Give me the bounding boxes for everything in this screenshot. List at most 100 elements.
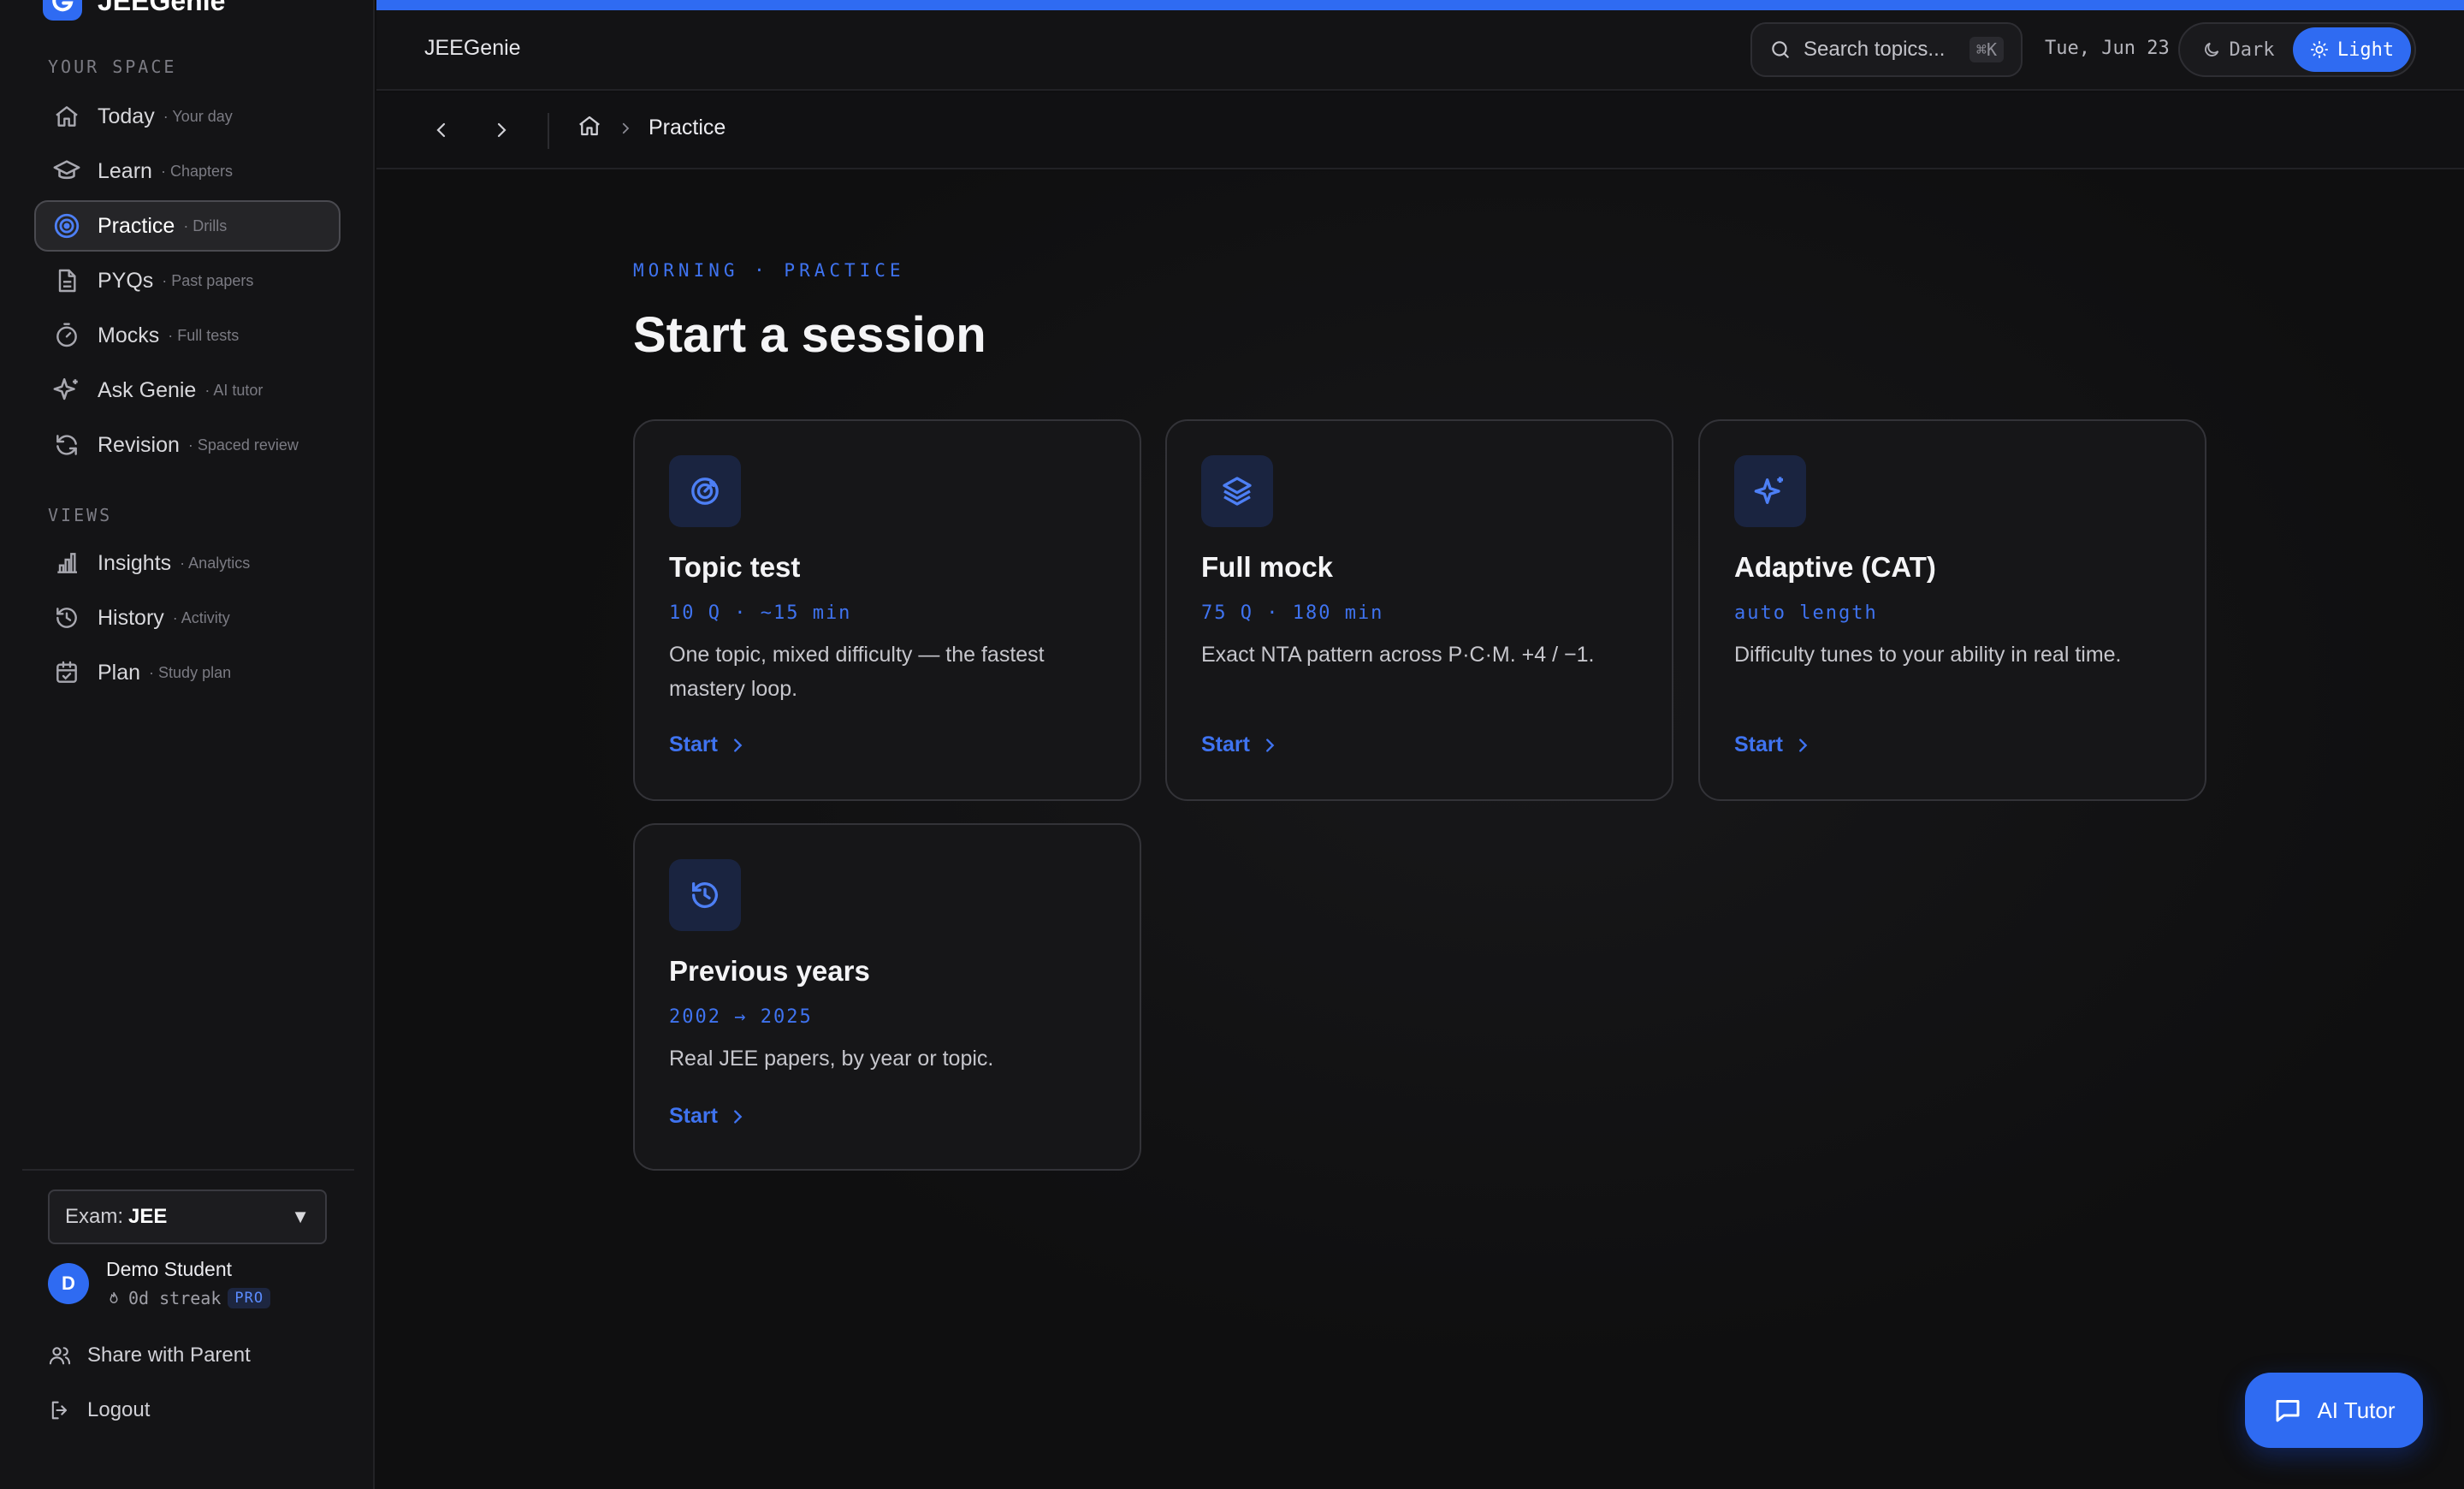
flame-icon xyxy=(110,1292,118,1303)
brand-name: JEEGenie xyxy=(98,0,226,16)
sidebar-item-sub: · Study plan xyxy=(149,663,232,681)
top-accent-bar xyxy=(376,0,2464,10)
theme-toggle[interactable]: Dark Light xyxy=(2178,22,2416,77)
status-badge: PRO xyxy=(228,1288,271,1308)
page-title: Start a session xyxy=(633,307,986,363)
sparkle-icon xyxy=(50,373,84,407)
avatar: D xyxy=(48,1262,89,1304)
sidebar-item-label: Mocks xyxy=(98,323,160,347)
sidebar-item-sub: · Activity xyxy=(172,608,230,626)
theme-light-button[interactable]: Light xyxy=(2293,27,2411,72)
exam-select[interactable]: Exam: JEE ▼ xyxy=(48,1189,327,1244)
back-button[interactable] xyxy=(424,113,459,147)
refresh-icon xyxy=(50,428,84,462)
search-input[interactable]: Search topics... ⌘K xyxy=(1750,22,2023,77)
breadcrumb: Practice xyxy=(376,92,2464,169)
sidebar-item-sub: · Chapters xyxy=(160,162,233,180)
sidebar-item-history[interactable]: History · Activity xyxy=(34,592,341,644)
chevron-right-icon xyxy=(734,1109,743,1124)
target-icon xyxy=(50,209,84,243)
sidebar-item-ask-genie[interactable]: Ask Genie · AI tutor xyxy=(34,365,341,416)
app-title: JEEGenie xyxy=(424,36,521,60)
user-profile[interactable]: D Demo Student 0d streak PRO xyxy=(48,1258,271,1308)
sidebar-item-mocks[interactable]: Mocks · Full tests xyxy=(34,310,341,361)
search-icon xyxy=(1772,41,1789,58)
theme-dark-label: Dark xyxy=(2229,39,2275,61)
sidebar: JEEGenie YOUR SPACE Today · Your day Lea… xyxy=(0,0,375,1489)
card-description: One topic, mixed difficulty — the fastes… xyxy=(669,643,1045,701)
sidebar-item-insights[interactable]: Insights · Analytics xyxy=(34,537,341,589)
sidebar-item-revision[interactable]: Revision · Spaced review xyxy=(34,419,341,471)
breadcrumb-current: Practice xyxy=(649,116,726,139)
chat-bubble-icon xyxy=(2276,1400,2300,1422)
card-description: Real JEE papers, by year or topic. xyxy=(669,1047,994,1071)
theme-light-label: Light xyxy=(2337,39,2395,61)
start-label: Start xyxy=(669,733,718,756)
sidebar-item-sub: · Drills xyxy=(183,217,228,234)
card-meta: 75 Q · 180 min xyxy=(1201,602,1384,624)
chevron-right-icon xyxy=(1266,738,1275,752)
logout-label: Logout xyxy=(87,1398,151,1421)
sidebar-item-sub: · Past papers xyxy=(162,271,254,289)
card-title: Full mock xyxy=(1201,551,1334,583)
sidebar-item-label: PYQs xyxy=(98,268,154,293)
sparkle-icon xyxy=(1734,455,1806,527)
sidebar-item-label: Learn xyxy=(98,158,152,183)
chevron-right-icon xyxy=(497,122,506,138)
sidebar-item-learn[interactable]: Learn · Chapters xyxy=(34,145,341,197)
start-label: Start xyxy=(669,1104,718,1128)
history-icon xyxy=(50,601,84,635)
start-button[interactable]: Start xyxy=(1734,733,1812,757)
caret-down-icon: ▼ xyxy=(291,1206,310,1227)
session-card-full-mock[interactable]: Full mock 75 Q · 180 min Exact NTA patte… xyxy=(1165,419,1673,801)
card-title: Topic test xyxy=(669,551,801,583)
card-title: Previous years xyxy=(669,955,870,987)
breadcrumb-divider xyxy=(548,113,549,149)
sidebar-item-label: History xyxy=(98,605,164,630)
sidebar-item-label: Insights xyxy=(98,550,172,575)
section-label-your-space: YOUR SPACE xyxy=(48,56,177,77)
sidebar-divider xyxy=(22,1169,354,1171)
topbar: JEEGenie Search topics... ⌘K Tue, Jun 23… xyxy=(376,10,2464,91)
logout-icon xyxy=(51,1401,68,1420)
stopwatch-icon xyxy=(50,318,84,353)
target-icon xyxy=(669,455,741,527)
exam-select-prefix: Exam: xyxy=(65,1205,124,1228)
start-button[interactable]: Start xyxy=(1201,733,1279,757)
theme-dark-button[interactable]: Dark xyxy=(2183,27,2293,72)
date-display: Tue, Jun 23 xyxy=(2045,38,2170,59)
sidebar-item-plan[interactable]: Plan · Study plan xyxy=(34,647,341,698)
session-card-previous-years[interactable]: Previous years 2002 → 2025 Real JEE pape… xyxy=(633,823,1141,1171)
session-card-adaptive[interactable]: Adaptive (CAT) auto length Difficulty tu… xyxy=(1698,419,2206,801)
exam-select-value: JEE xyxy=(128,1205,168,1228)
share-with-parent-link[interactable]: Share with Parent xyxy=(48,1344,251,1367)
card-meta: 10 Q · ~15 min xyxy=(669,602,852,624)
sidebar-item-practice[interactable]: Practice · Drills xyxy=(34,200,341,252)
sidebar-item-label: Plan xyxy=(98,660,141,685)
forward-button[interactable] xyxy=(484,113,518,147)
users-icon xyxy=(49,1347,71,1365)
start-button[interactable]: Start xyxy=(669,733,747,757)
sidebar-item-label: Ask Genie xyxy=(98,377,197,402)
chevron-right-icon xyxy=(1799,738,1808,752)
start-label: Start xyxy=(1201,733,1250,756)
main-content: MORNING · PRACTICE Start a session Topic… xyxy=(376,171,2464,1489)
logo-icon xyxy=(43,0,82,21)
session-card-topic-test[interactable]: Topic test 10 Q · ~15 min One topic, mix… xyxy=(633,419,1141,801)
home-icon xyxy=(579,116,600,136)
chevron-right-icon xyxy=(622,122,630,133)
sidebar-item-sub: · AI tutor xyxy=(204,381,264,399)
search-placeholder: Search topics... xyxy=(1804,38,1946,61)
sidebar-item-pyqs[interactable]: PYQs · Past papers xyxy=(34,255,341,306)
history-icon xyxy=(669,859,741,931)
breadcrumb-home[interactable] xyxy=(577,113,602,143)
logout-button[interactable]: Logout xyxy=(48,1398,150,1422)
start-button[interactable]: Start xyxy=(669,1104,747,1129)
brand[interactable]: JEEGenie xyxy=(43,0,225,21)
user-name: Demo Student xyxy=(106,1258,233,1280)
card-meta: 2002 → 2025 xyxy=(669,1006,813,1028)
share-with-parent-label: Share with Parent xyxy=(87,1344,251,1367)
ai-tutor-button[interactable]: AI Tutor xyxy=(2245,1373,2423,1448)
moon-icon xyxy=(2204,42,2218,56)
sidebar-item-today[interactable]: Today · Your day xyxy=(34,91,341,142)
